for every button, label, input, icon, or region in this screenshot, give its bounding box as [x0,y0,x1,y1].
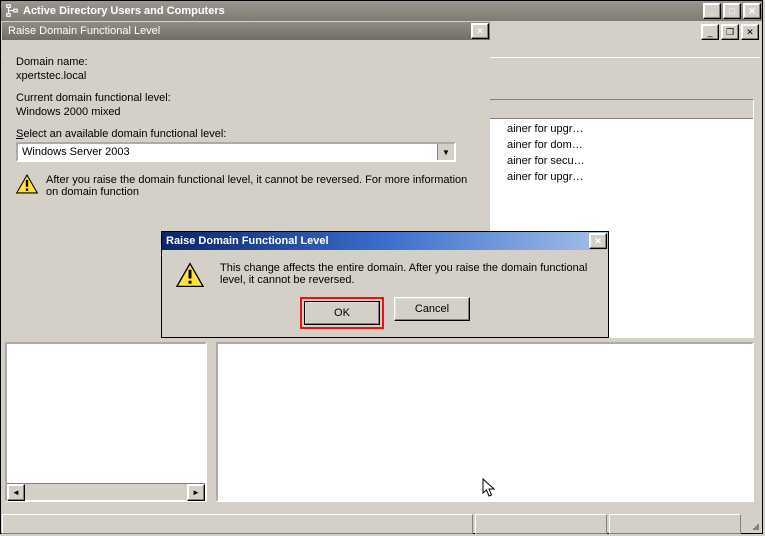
confirm-dialog: Raise Domain Functional Level ✕ This cha… [161,231,609,338]
warning-row: After you raise the domain functional le… [16,174,476,198]
warning-icon [16,174,38,197]
statusbar-cell [475,514,607,534]
tree-icon [5,4,19,18]
domain-name-value: xpertstec.local [16,70,476,82]
functional-level-combo[interactable]: Windows Server 2003 ▼ [16,142,456,162]
tree-scrollbar-horizontal[interactable]: ◄ ► [7,483,205,500]
ok-button-highlight: OK [300,297,384,329]
statusbar-cell [609,514,741,534]
statusbar [1,513,762,533]
scroll-left-button[interactable]: ◄ [7,484,25,501]
statusbar-cell [2,514,473,534]
aduc-titlebar[interactable]: Active Directory Users and Computers _ □… [1,1,762,21]
ok-button[interactable]: OK [304,301,380,325]
current-level-label: Current domain functional level: [16,92,476,104]
minimize-button[interactable]: _ [703,3,721,19]
confirm-close-button[interactable]: ✕ [589,233,607,249]
raise-level-close-button[interactable]: ✕ [471,23,489,39]
detail-panel[interactable] [216,342,754,502]
confirm-title-text: Raise Domain Functional Level [166,235,329,247]
cancel-button[interactable]: Cancel [394,297,470,321]
confirm-message: This change affects the entire domain. A… [212,262,594,286]
functional-level-value: Windows Server 2003 [18,144,437,160]
scroll-right-button[interactable]: ► [187,484,205,501]
raise-level-titlebar[interactable]: Raise Domain Functional Level ✕ [2,22,490,40]
toolbar-area [493,23,753,55]
maximize-button[interactable]: □ [723,3,741,19]
confirm-titlebar[interactable]: Raise Domain Functional Level ✕ [162,232,608,250]
select-level-label: Select an available domain functional le… [16,128,476,140]
warning-text: After you raise the domain functional le… [46,174,467,198]
chevron-down-icon[interactable]: ▼ [437,144,454,160]
warning-icon [176,262,204,291]
resize-grip-icon[interactable] [743,514,761,532]
domain-name-label: Domain name: [16,56,476,68]
tree-panel[interactable]: ◄ ► [5,342,207,502]
aduc-title-text: Active Directory Users and Computers [23,5,225,17]
raise-level-title-text: Raise Domain Functional Level [8,25,160,37]
close-button[interactable]: ✕ [743,3,761,19]
current-level-value: Windows 2000 mixed [16,106,476,118]
